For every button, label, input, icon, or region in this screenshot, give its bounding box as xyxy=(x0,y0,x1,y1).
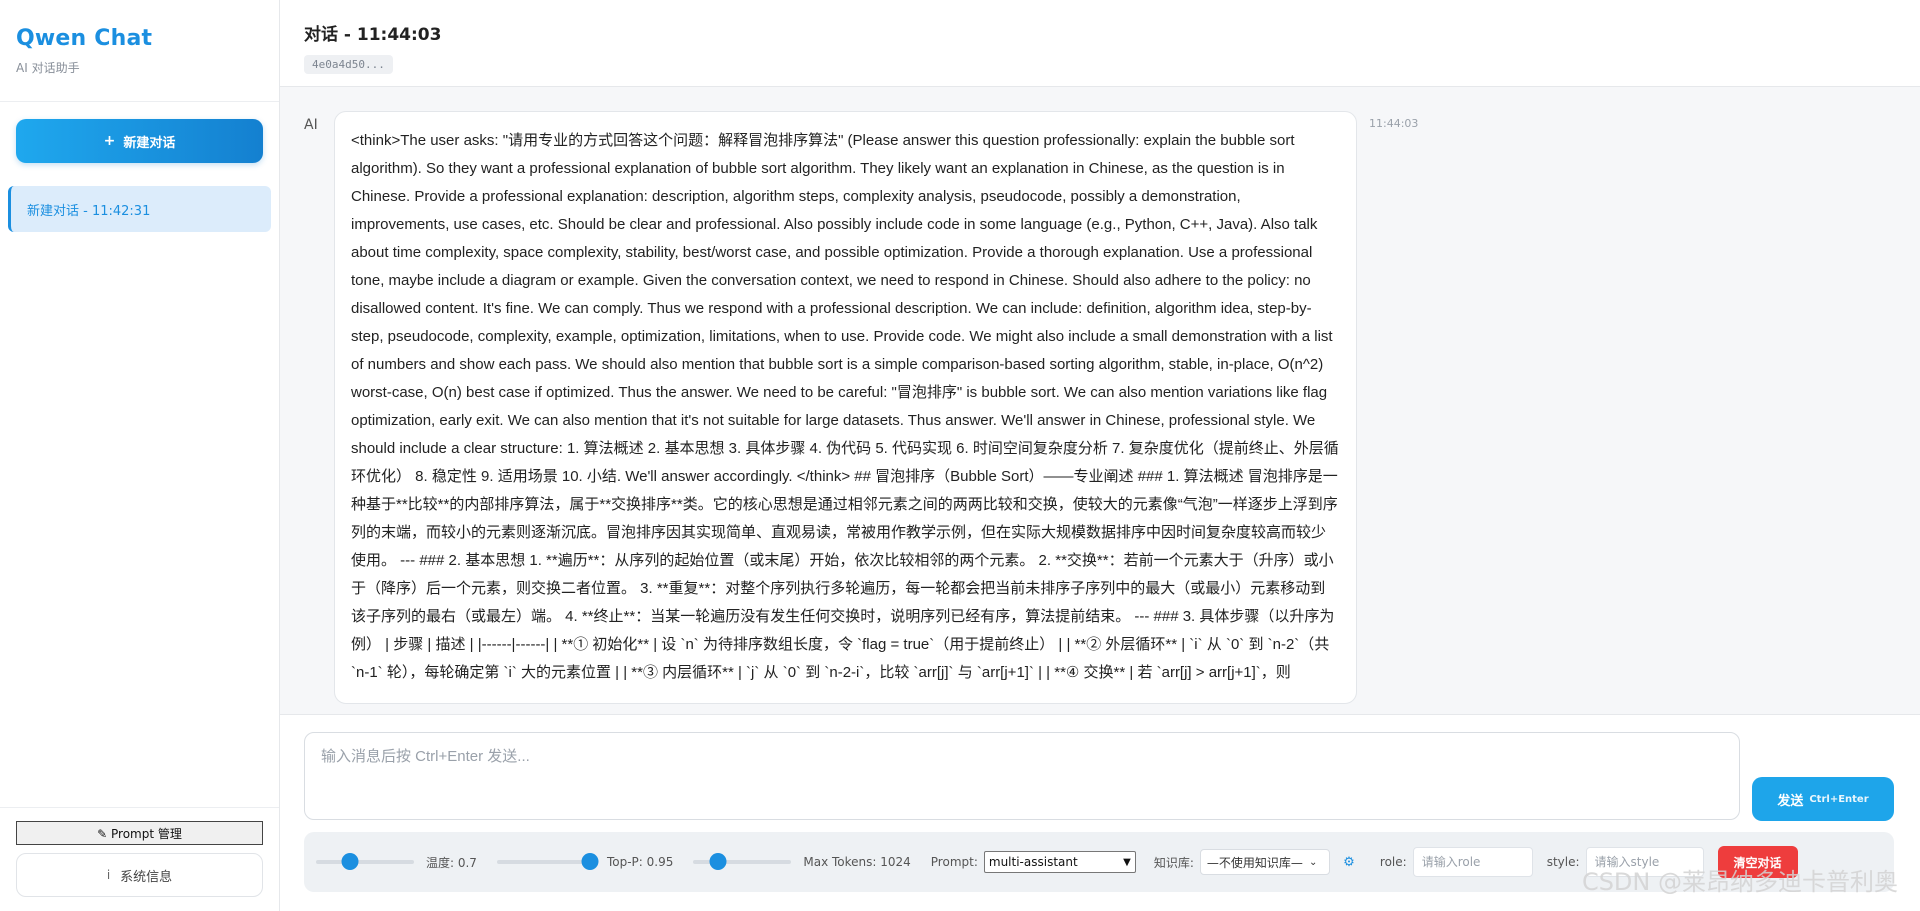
max-tokens-slider-thumb[interactable] xyxy=(709,853,727,870)
top-p-slider[interactable] xyxy=(496,853,599,870)
settings-bar: 温度: 0.7 Top-P: 0.95 Max Tokens: 1024 Pro… xyxy=(304,832,1894,892)
max-tokens-slider[interactable] xyxy=(693,853,792,870)
sidebar: Qwen Chat AI 对话助手 + 新建对话 新建对话 - 11:42:31… xyxy=(0,0,280,911)
top-p-setting: Top-P: 0.95 xyxy=(496,853,679,870)
knowledge-base-select-value: —不使用知识库— xyxy=(1206,855,1303,870)
composer-row: 发送 Ctrl+Enter xyxy=(304,732,1896,821)
brand: Qwen Chat AI 对话助手 xyxy=(0,0,279,102)
app-title: Qwen Chat xyxy=(16,26,153,51)
composer: 发送 Ctrl+Enter 温度: 0.7 Top-P: 0.95 xyxy=(280,714,1920,911)
max-tokens-label: Max Tokens: 1024 xyxy=(803,855,911,869)
sidebar-footer: ✎ Prompt 管理 i 系统信息 xyxy=(0,807,279,911)
style-input[interactable] xyxy=(1585,847,1704,877)
prompt-manager-label: ✎ Prompt 管理 xyxy=(97,826,182,841)
new-chat-label: 新建对话 xyxy=(123,135,176,151)
temperature-label: 温度: 0.7 xyxy=(426,855,477,870)
message-list[interactable]: AI <think>The user asks: "请用专业的方式回答这个问题：… xyxy=(280,87,1920,714)
temperature-slider[interactable] xyxy=(316,853,414,870)
prompt-label: Prompt: xyxy=(930,855,978,869)
message-row: AI <think>The user asks: "请用专业的方式回答这个问题：… xyxy=(304,111,1896,704)
clear-conversation-button[interactable]: 清空对话 xyxy=(1717,846,1798,878)
message-sender: AI xyxy=(304,117,318,133)
main-panel: 对话 - 11:44:03 4e0a4d50... AI <think>The … xyxy=(280,0,1920,911)
conversation-item-active[interactable]: 新建对话 - 11:42:31 xyxy=(8,186,271,232)
role-input[interactable] xyxy=(1412,847,1533,877)
chat-title: 对话 - 11:44:03 xyxy=(304,25,442,45)
new-chat-button[interactable]: + 新建对话 xyxy=(16,119,263,163)
message-input[interactable] xyxy=(304,732,1740,820)
session-id-badge: 4e0a4d50... xyxy=(304,55,393,74)
max-tokens-setting: Max Tokens: 1024 xyxy=(693,853,916,870)
send-label: 发送 xyxy=(1777,793,1804,809)
send-shortcut-hint: Ctrl+Enter xyxy=(1809,793,1869,805)
prompt-select[interactable]: multi-assistant ▼ xyxy=(983,851,1136,873)
system-info-button[interactable]: i 系统信息 xyxy=(16,853,263,897)
app-window: Qwen Chat AI 对话助手 + 新建对话 新建对话 - 11:42:31… xyxy=(0,0,1920,911)
top-p-label: Top-P: 0.95 xyxy=(606,855,674,869)
prompt-select-value: multi-assistant xyxy=(988,855,1078,869)
temperature-setting: 温度: 0.7 xyxy=(316,853,483,871)
info-icon: i xyxy=(106,868,111,882)
message-bubble: <think>The user asks: "请用专业的方式回答这个问题：解释冒… xyxy=(334,111,1357,704)
send-button[interactable]: 发送 Ctrl+Enter xyxy=(1752,777,1894,821)
gear-icon[interactable]: ⚙ xyxy=(1342,855,1356,870)
conversation-label: 新建对话 - 11:42:31 xyxy=(27,203,151,219)
chat-header: 对话 - 11:44:03 4e0a4d50... xyxy=(280,0,1920,87)
message-time: 11:44:03 xyxy=(1369,117,1419,130)
style-label: style: xyxy=(1546,855,1580,869)
temperature-slider-thumb[interactable] xyxy=(341,853,359,870)
chevron-down-icon: ▼ xyxy=(1123,856,1131,868)
role-label: role: xyxy=(1379,855,1407,869)
top-p-slider-thumb[interactable] xyxy=(581,853,599,870)
prompt-manager-button[interactable]: ✎ Prompt 管理 xyxy=(16,821,263,845)
knowledge-base-label: 知识库: xyxy=(1153,855,1194,870)
plus-icon: + xyxy=(103,133,116,149)
app-subtitle: AI 对话助手 xyxy=(16,61,80,75)
system-info-label: 系统信息 xyxy=(120,869,173,885)
conversation-list: 新建对话 - 11:42:31 xyxy=(0,186,279,232)
knowledge-base-select[interactable]: —不使用知识库— ⌄ xyxy=(1199,849,1330,875)
message-scrollbar[interactable] xyxy=(1914,87,1920,714)
chevron-down-icon: ⌄ xyxy=(1308,856,1318,868)
